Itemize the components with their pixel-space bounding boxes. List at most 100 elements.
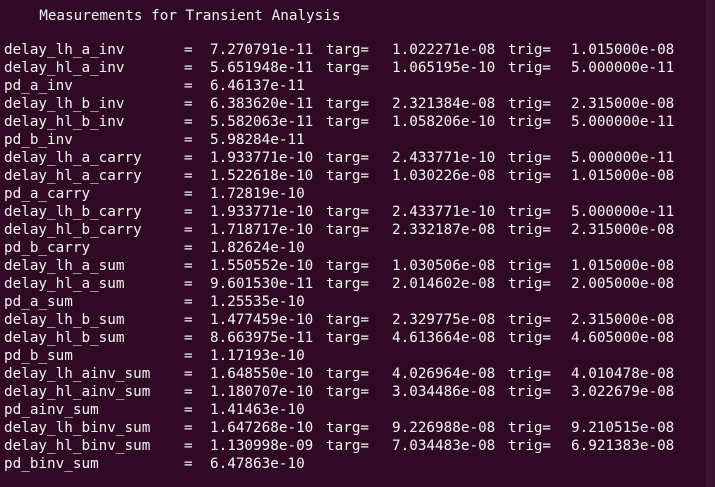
targ-label: targ= xyxy=(326,42,370,58)
measurement-value: 1.933771e-10 xyxy=(210,150,314,166)
targ-value: 2.321384e-08 xyxy=(392,96,496,112)
measurement-value: 1.130998e-09 xyxy=(210,438,314,454)
trig-label: trig= xyxy=(508,96,552,112)
equals-sign: = xyxy=(184,402,193,418)
measurement-name: delay_hl_a_sum xyxy=(4,276,125,292)
measurement-name: delay_hl_ainv_sum xyxy=(4,384,151,400)
trig-value: 2.315000e-08 xyxy=(571,312,675,328)
targ-label: targ= xyxy=(326,60,370,76)
trig-label: trig= xyxy=(508,42,552,58)
measurement-value: 6.46137e-11 xyxy=(210,78,305,94)
trig-value: 2.315000e-08 xyxy=(571,96,675,112)
measurement-value: 1.522618e-10 xyxy=(210,168,314,184)
measurement-name: delay_hl_b_inv xyxy=(4,114,125,130)
targ-value: 7.034483e-08 xyxy=(392,438,496,454)
measurement-value: 1.550552e-10 xyxy=(210,258,314,274)
measurement-value: 5.651948e-11 xyxy=(210,60,314,76)
targ-value: 4.613664e-08 xyxy=(392,330,496,346)
trig-label: trig= xyxy=(508,438,552,454)
trig-label: trig= xyxy=(508,312,552,328)
equals-sign: = xyxy=(184,60,193,76)
measurement-name: pd_b_carry xyxy=(4,240,91,256)
targ-value: 1.065195e-10 xyxy=(392,60,496,76)
targ-value: 2.433771e-10 xyxy=(392,204,496,220)
scrollbar-thumb[interactable] xyxy=(706,0,715,487)
targ-label: targ= xyxy=(326,438,370,454)
targ-label: targ= xyxy=(326,96,370,112)
terminal-output[interactable]: Measurements for Transient Analysis dela… xyxy=(0,0,706,487)
equals-sign: = xyxy=(184,240,193,256)
measurement-name: pd_binv_sum xyxy=(4,456,99,472)
targ-label: targ= xyxy=(326,168,370,184)
equals-sign: = xyxy=(184,96,193,112)
targ-value: 2.014602e-08 xyxy=(392,276,496,292)
measurement-name: pd_b_inv xyxy=(4,132,73,148)
targ-value: 1.058206e-10 xyxy=(392,114,496,130)
equals-sign: = xyxy=(184,186,193,202)
measurement-name: pd_b_sum xyxy=(4,348,73,364)
measurements-title: Measurements for Transient Analysis xyxy=(22,8,341,24)
measurement-value: 1.477459e-10 xyxy=(210,312,314,328)
trig-value: 2.315000e-08 xyxy=(571,222,675,238)
targ-label: targ= xyxy=(326,384,370,400)
targ-label: targ= xyxy=(326,330,370,346)
targ-label: targ= xyxy=(326,312,370,328)
measurement-value: 1.25535e-10 xyxy=(210,294,305,310)
measurement-name: delay_lh_ainv_sum xyxy=(4,366,151,382)
targ-label: targ= xyxy=(326,366,370,382)
measurement-value: 5.98284e-11 xyxy=(210,132,305,148)
equals-sign: = xyxy=(184,150,193,166)
targ-label: targ= xyxy=(326,114,370,130)
equals-sign: = xyxy=(184,276,193,292)
measurement-value: 1.82624e-10 xyxy=(210,240,305,256)
measurement-value: 6.383620e-11 xyxy=(210,96,314,112)
measurement-name: pd_a_inv xyxy=(4,78,73,94)
targ-value: 3.034486e-08 xyxy=(392,384,496,400)
trig-value: 4.010478e-08 xyxy=(571,366,675,382)
trig-value: 6.921383e-08 xyxy=(571,438,675,454)
targ-value: 1.030226e-08 xyxy=(392,168,496,184)
targ-value: 1.022271e-08 xyxy=(392,42,496,58)
measurement-name: delay_lh_binv_sum xyxy=(4,420,151,436)
measurement-value: 8.663975e-11 xyxy=(210,330,314,346)
targ-label: targ= xyxy=(326,204,370,220)
measurement-name: delay_hl_a_carry xyxy=(4,168,142,184)
measurement-name: delay_hl_b_sum xyxy=(4,330,125,346)
measurement-value: 7.270791e-11 xyxy=(210,42,314,58)
equals-sign: = xyxy=(184,294,193,310)
targ-label: targ= xyxy=(326,276,370,292)
measurement-value: 1.72819e-10 xyxy=(210,186,305,202)
trig-label: trig= xyxy=(508,258,552,274)
equals-sign: = xyxy=(184,420,193,436)
measurement-value: 1.180707e-10 xyxy=(210,384,314,400)
measurement-value: 9.601530e-11 xyxy=(210,276,314,292)
targ-value: 2.329775e-08 xyxy=(392,312,496,328)
trig-value: 3.022679e-08 xyxy=(571,384,675,400)
scrollbar[interactable] xyxy=(706,0,715,487)
targ-value: 4.026964e-08 xyxy=(392,366,496,382)
trig-value: 5.000000e-11 xyxy=(571,150,675,166)
equals-sign: = xyxy=(184,132,193,148)
trig-label: trig= xyxy=(508,114,552,130)
measurement-value: 1.41463e-10 xyxy=(210,402,305,418)
equals-sign: = xyxy=(184,222,193,238)
measurement-name: delay_lh_b_sum xyxy=(4,312,125,328)
equals-sign: = xyxy=(184,312,193,328)
trig-value: 2.005000e-08 xyxy=(571,276,675,292)
trig-label: trig= xyxy=(508,420,552,436)
equals-sign: = xyxy=(184,258,193,274)
equals-sign: = xyxy=(184,42,193,58)
equals-sign: = xyxy=(184,168,193,184)
trig-label: trig= xyxy=(508,222,552,238)
trig-label: trig= xyxy=(508,168,552,184)
trig-value: 9.210515e-08 xyxy=(571,420,675,436)
measurement-name: pd_ainv_sum xyxy=(4,402,99,418)
targ-label: targ= xyxy=(326,258,370,274)
trig-label: trig= xyxy=(508,330,552,346)
targ-label: targ= xyxy=(326,222,370,238)
trig-value: 1.015000e-08 xyxy=(571,168,675,184)
trig-label: trig= xyxy=(508,150,552,166)
targ-value: 2.332187e-08 xyxy=(392,222,496,238)
trig-label: trig= xyxy=(508,384,552,400)
measurement-name: delay_lh_a_inv xyxy=(4,42,125,58)
